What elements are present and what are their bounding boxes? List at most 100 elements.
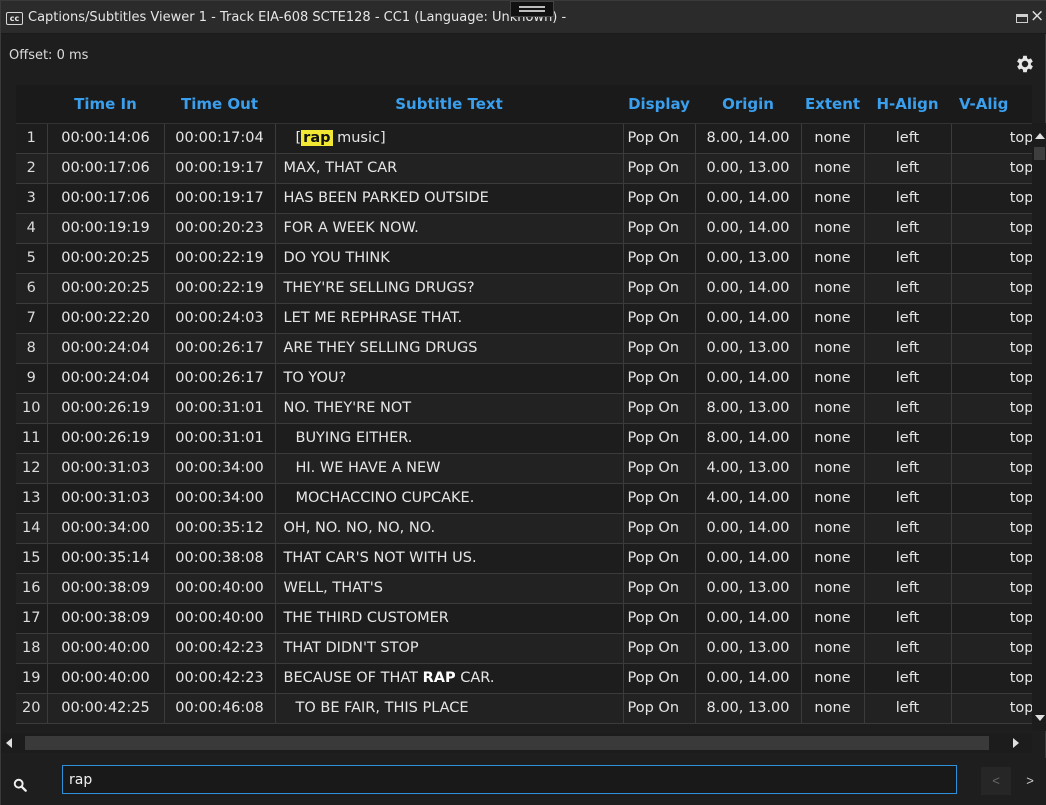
subtitle-grid[interactable]: Time In Time Out Subtitle Text Display O… xyxy=(16,85,1032,731)
table-row[interactable]: 13 00:00:31:03 00:00:34:00 MOCHACCINO CUPCA… xyxy=(16,483,1032,514)
v-align-cell: top xyxy=(951,213,1032,244)
v-align-cell: top xyxy=(951,303,1032,334)
table-row[interactable]: 2 00:00:17:06 00:00:19:17 MAX, THAT CAR Pop … xyxy=(16,153,1032,184)
subtitle-table: Time In Time Out Subtitle Text Display O… xyxy=(16,85,1032,724)
h-align-cell: left xyxy=(864,603,952,634)
display-cell: Pop On xyxy=(623,663,696,694)
time-out-cell: 00:00:31:01 xyxy=(164,393,276,424)
h-align-cell: left xyxy=(864,183,952,214)
subtitle-text: BECAUSE OF THAT xyxy=(283,670,423,686)
subtitle-text-cell: ARE THEY SELLING DRUGS xyxy=(275,333,624,364)
table-row[interactable]: 12 00:00:31:03 00:00:34:00 HI. WE HAVE A NE… xyxy=(16,453,1032,484)
origin-cell: 8.00, 14.00 xyxy=(695,123,802,154)
h-align-cell: left xyxy=(864,573,952,604)
col-header-time-out[interactable]: Time Out xyxy=(164,85,275,124)
col-header-display[interactable]: Display xyxy=(623,85,695,124)
table-row[interactable]: 17 00:00:38:09 00:00:40:00 THE THIRD CUSTOM… xyxy=(16,603,1032,634)
horizontal-scrollbar[interactable] xyxy=(1,733,1032,753)
table-row[interactable]: 1 00:00:14:06 00:00:17:04[rap music] Pop On… xyxy=(16,123,1032,154)
search-match-highlight: RAP xyxy=(422,670,456,686)
next-match-button[interactable]: > xyxy=(1015,767,1045,795)
table-row[interactable]: 4 00:00:19:19 00:00:20:23 FOR A WEEK NOW. Po… xyxy=(16,213,1032,244)
time-out-cell: 00:00:40:00 xyxy=(164,573,276,604)
scroll-thumb[interactable] xyxy=(1034,147,1045,160)
row-number: 3 xyxy=(16,183,48,214)
subtitle-text: ARE THEY SELLING DRUGS xyxy=(283,340,478,356)
scroll-down-icon[interactable] xyxy=(1035,715,1045,721)
origin-cell: 0.00, 14.00 xyxy=(695,303,802,334)
scroll-right-icon[interactable] xyxy=(1013,738,1019,748)
col-header-v-align[interactable]: V-Alig xyxy=(951,85,1032,124)
col-header-h-align[interactable]: H-Align xyxy=(864,85,951,124)
vertical-scrollbar[interactable] xyxy=(1032,123,1046,731)
v-align-cell: top xyxy=(951,243,1032,274)
drag-handle-icon[interactable] xyxy=(510,1,554,17)
subtitle-text: NO. THEY'RE NOT xyxy=(283,400,412,416)
time-out-cell: 00:00:40:00 xyxy=(164,603,276,634)
search-input[interactable] xyxy=(62,765,957,794)
row-number: 5 xyxy=(16,243,48,274)
display-cell: Pop On xyxy=(623,603,696,634)
horizontal-scroll-thumb[interactable] xyxy=(25,736,989,750)
table-row[interactable]: 18 00:00:40:00 00:00:42:23 THAT DIDN'T STOP… xyxy=(16,633,1032,664)
display-cell: Pop On xyxy=(623,633,696,664)
scroll-left-icon[interactable] xyxy=(6,738,12,748)
table-row[interactable]: 7 00:00:22:20 00:00:24:03 LET ME REPHRASE T… xyxy=(16,303,1032,334)
time-out-cell: 00:00:22:19 xyxy=(164,273,276,304)
table-row[interactable]: 20 00:00:42:25 00:00:46:08 TO BE FAIR, THIS… xyxy=(16,693,1032,724)
row-number: 8 xyxy=(16,333,48,364)
row-number: 20 xyxy=(16,693,48,724)
extent-cell: none xyxy=(801,213,865,244)
row-number: 11 xyxy=(16,423,48,454)
time-in-cell: 00:00:17:06 xyxy=(47,153,165,184)
subtitle-text-cell: WELL, THAT'S xyxy=(275,573,624,604)
table-row[interactable]: 19 00:00:40:00 00:00:42:23 BECAUSE OF THAT … xyxy=(16,663,1032,694)
subtitle-text: THE THIRD CUSTOMER xyxy=(283,610,449,626)
time-out-cell: 00:00:34:00 xyxy=(164,483,276,514)
display-cell: Pop On xyxy=(623,153,696,184)
table-row[interactable]: 16 00:00:38:09 00:00:40:00 WELL, THAT'S Pop … xyxy=(16,573,1032,604)
table-row[interactable]: 11 00:00:26:19 00:00:31:01 BUYING EITHER. Po… xyxy=(16,423,1032,454)
scroll-up-icon[interactable] xyxy=(1035,133,1045,139)
table-row[interactable]: 3 00:00:17:06 00:00:19:17 HAS BEEN PARKED O… xyxy=(16,183,1032,214)
row-number: 19 xyxy=(16,663,48,694)
h-align-cell: left xyxy=(864,273,952,304)
col-header-subtitle-text[interactable]: Subtitle Text xyxy=(275,85,623,124)
h-align-cell: left xyxy=(864,633,952,664)
table-row[interactable]: 10 00:00:26:19 00:00:31:01 NO. THEY'RE NOT P… xyxy=(16,393,1032,424)
gear-icon[interactable] xyxy=(1014,53,1036,75)
origin-cell: 4.00, 14.00 xyxy=(695,483,802,514)
table-row[interactable]: 15 00:00:35:14 00:00:38:08 THAT CAR'S NOT W… xyxy=(16,543,1032,574)
table-row[interactable]: 8 00:00:24:04 00:00:26:17 ARE THEY SELLING … xyxy=(16,333,1032,364)
table-row[interactable]: 5 00:00:20:25 00:00:22:19 DO YOU THINK Pop O… xyxy=(16,243,1032,274)
h-align-cell: left xyxy=(864,663,952,694)
origin-cell: 0.00, 14.00 xyxy=(695,213,802,244)
time-in-cell: 00:00:19:19 xyxy=(47,213,165,244)
row-number: 7 xyxy=(16,303,48,334)
close-icon[interactable]: × xyxy=(1030,6,1044,26)
row-number: 9 xyxy=(16,363,48,394)
col-header-time-in[interactable]: Time In xyxy=(47,85,164,124)
display-cell: Pop On xyxy=(623,273,696,304)
table-row[interactable]: 6 00:00:20:25 00:00:22:19 THEY'RE SELLING D… xyxy=(16,273,1032,304)
v-align-cell: top xyxy=(951,333,1032,364)
col-header-row-number[interactable] xyxy=(16,85,47,124)
table-row[interactable]: 9 00:00:24:04 00:00:26:17 TO YOU? Pop On 0.00… xyxy=(16,363,1032,394)
h-align-cell: left xyxy=(864,453,952,484)
col-header-origin[interactable]: Origin xyxy=(695,85,801,124)
subtitle-text-cell: FOR A WEEK NOW. xyxy=(275,213,624,244)
display-cell: Pop On xyxy=(623,123,696,154)
display-cell: Pop On xyxy=(623,423,696,454)
title-bar[interactable]: cc Captions/Subtitles Viewer 1 - Track E… xyxy=(1,1,1046,34)
subtitle-text-cell: MOCHACCINO CUPCAKE. xyxy=(275,483,624,514)
time-in-cell: 00:00:14:06 xyxy=(47,123,165,154)
row-number: 13 xyxy=(16,483,48,514)
table-row[interactable]: 14 00:00:34:00 00:00:35:12 OH, NO. NO, NO, … xyxy=(16,513,1032,544)
previous-match-button[interactable]: < xyxy=(981,767,1011,795)
maximize-icon[interactable] xyxy=(1016,14,1028,23)
col-header-extent[interactable]: Extent xyxy=(801,85,864,124)
subtitle-text-cell: THAT CAR'S NOT WITH US. xyxy=(275,543,624,574)
subtitle-text-cell: THAT DIDN'T STOP xyxy=(275,633,624,664)
h-align-cell: left xyxy=(864,513,952,544)
display-cell: Pop On xyxy=(623,183,696,214)
